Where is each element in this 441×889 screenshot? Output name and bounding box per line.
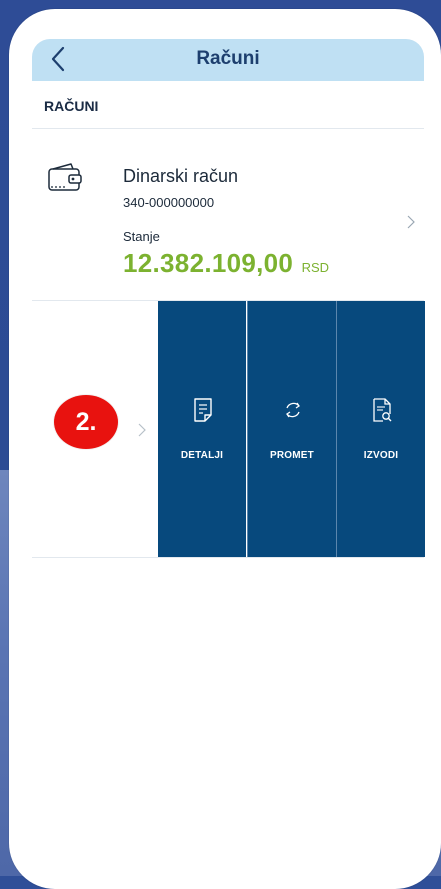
balance-currency: RSD xyxy=(301,260,330,275)
statements-button[interactable]: IZVODI xyxy=(336,301,425,557)
header-bar: Računi xyxy=(32,39,424,81)
transactions-label: PROMET xyxy=(270,450,314,461)
details-label: DETALJI xyxy=(180,450,224,461)
details-button[interactable]: DETALJI xyxy=(158,301,246,557)
phone-frame: Računi RAČUNI Dinarski račun 340-0000000… xyxy=(9,9,441,889)
refresh-icon xyxy=(286,402,300,418)
transactions-button[interactable]: PROMET xyxy=(247,301,336,557)
step-badge: 2. xyxy=(54,395,118,449)
page-title: Računi xyxy=(196,48,260,69)
statements-label: IZVODI xyxy=(363,450,399,461)
bottom-divider xyxy=(32,557,424,558)
wallet-icon xyxy=(48,163,82,191)
document-icon xyxy=(194,398,212,422)
account-name: Dinarski račun xyxy=(123,166,239,186)
section-divider xyxy=(32,128,424,129)
balance-label: Stanje xyxy=(123,229,160,244)
statement-search-icon xyxy=(373,398,392,422)
chevron-right-icon[interactable] xyxy=(406,215,416,229)
section-label: RAČUNI xyxy=(44,98,99,114)
chevron-right-icon[interactable] xyxy=(137,423,147,437)
app-screen: Računi RAČUNI Dinarski račun 340-0000000… xyxy=(32,39,425,579)
account-number: 340-000000000 xyxy=(123,195,215,210)
balance: 12.382.109,00 RSD xyxy=(123,248,329,279)
balance-amount: 12.382.109,00 xyxy=(123,248,294,278)
